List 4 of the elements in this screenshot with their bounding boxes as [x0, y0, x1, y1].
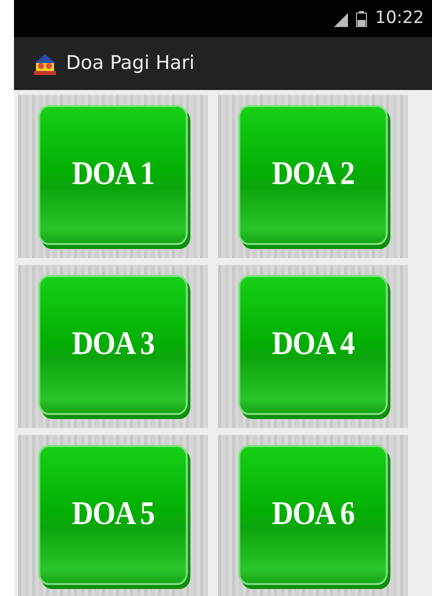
battery-icon — [356, 10, 367, 26]
signal-icon — [332, 10, 348, 26]
clock-time: 10:22 — [375, 6, 424, 30]
app-title: Doa Pagi Hari — [66, 51, 195, 76]
